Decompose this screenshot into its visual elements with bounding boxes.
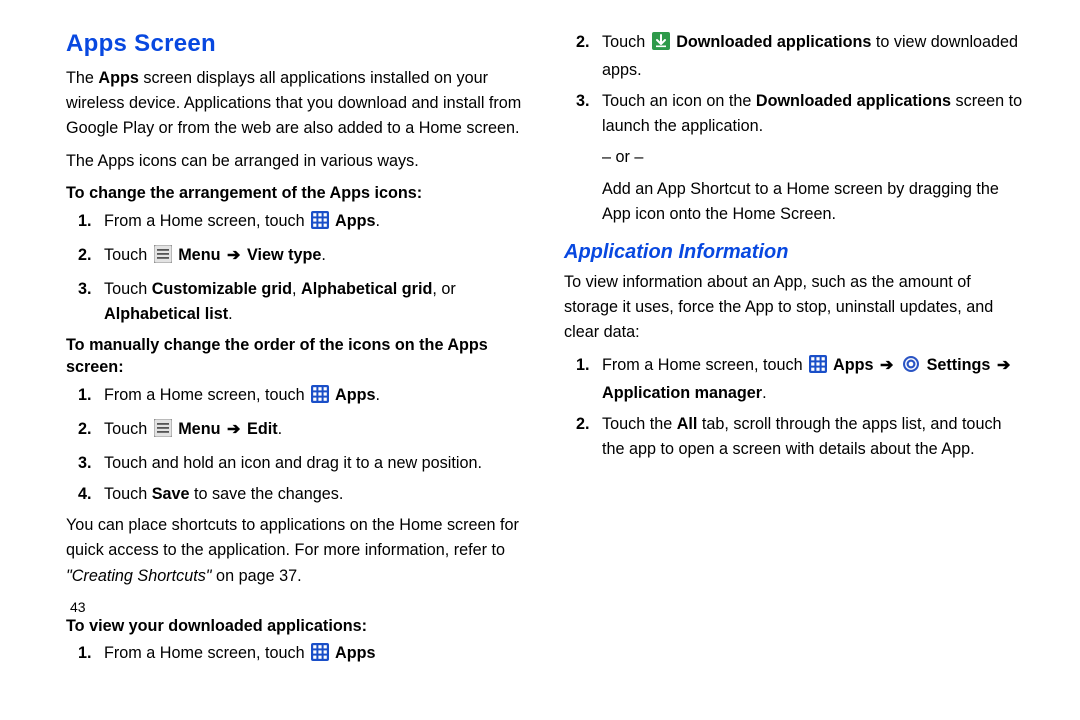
list-change-arrangement: From a Home screen, touch Apps. Touch Me… — [66, 209, 528, 327]
apps-icon — [311, 211, 329, 237]
step: Touch Save to save the changes. — [104, 482, 528, 507]
arrow-icon — [995, 356, 1013, 374]
appinfo-paragraph: To view information about an App, such a… — [564, 270, 1026, 345]
arrow-icon — [225, 420, 243, 438]
step: From a Home screen, touch Apps Settings … — [602, 353, 1026, 406]
menu-icon — [154, 245, 172, 271]
subhead-change-arrangement: To change the arrangement of the Apps ic… — [66, 182, 528, 205]
list-manual-order: From a Home screen, touch Apps. Touch Me… — [66, 383, 528, 507]
step: Touch an icon on the Downloaded applicat… — [602, 89, 1026, 227]
download-icon — [652, 32, 670, 58]
step: From a Home screen, touch Apps. — [104, 209, 528, 237]
apps-icon — [311, 643, 329, 669]
heading-app-info: Application Information — [564, 241, 1026, 264]
settings-icon — [902, 355, 920, 381]
intro-paragraph-1: The Apps screen displays all application… — [66, 66, 528, 141]
heading-apps-screen: Apps Screen — [66, 30, 528, 58]
step: Touch and hold an icon and drag it to a … — [104, 451, 528, 476]
step: Touch Menu Edit. — [104, 417, 528, 445]
page-number: 43 — [70, 599, 528, 615]
step: Touch Customizable grid, Alphabetical gr… — [104, 277, 528, 327]
apps-icon — [809, 355, 827, 381]
step: Touch the All tab, scroll through the ap… — [602, 412, 1026, 462]
manual-page: Apps Screen The Apps screen displays all… — [0, 0, 1080, 680]
shortcut-paragraph: You can place shortcuts to applications … — [66, 513, 528, 588]
step: Touch Downloaded applications to view do… — [602, 30, 1026, 83]
arrow-icon — [878, 356, 896, 374]
apps-icon — [311, 385, 329, 411]
step: From a Home screen, touch Apps — [104, 641, 528, 669]
subhead-manual-order: To manually change the order of the icon… — [66, 334, 528, 379]
arrow-icon — [225, 246, 243, 264]
subhead-view-downloaded: To view your downloaded applications: — [66, 615, 528, 638]
step: From a Home screen, touch Apps. — [104, 383, 528, 411]
intro-paragraph-2: The Apps icons can be arranged in variou… — [66, 149, 528, 174]
step: Touch Menu View type. — [104, 243, 528, 271]
menu-icon — [154, 419, 172, 445]
list-app-info: From a Home screen, touch Apps Settings … — [564, 353, 1026, 462]
